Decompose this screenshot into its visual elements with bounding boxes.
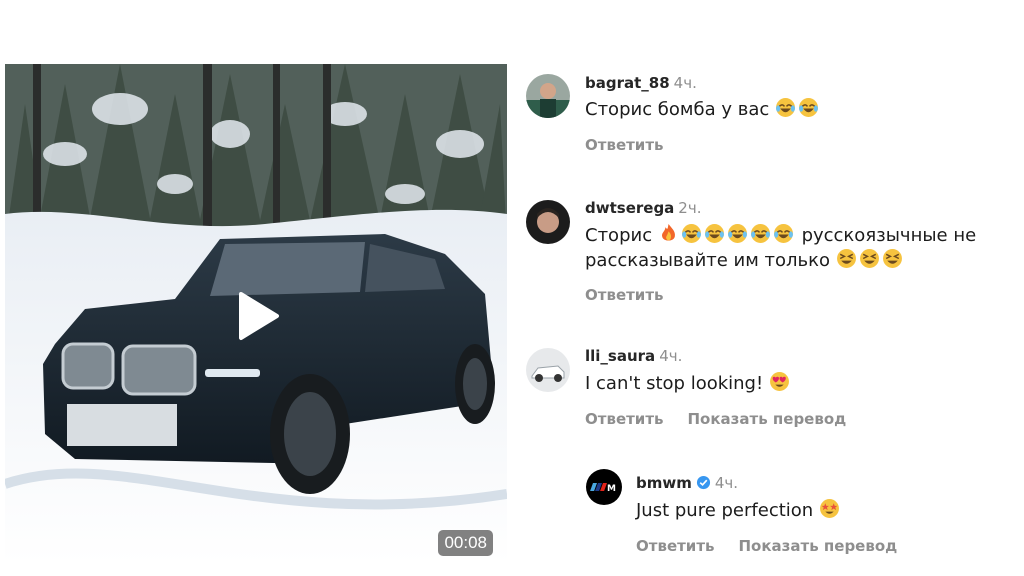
laughing-crying-emoji-icon [704,224,724,243]
fire-emoji-icon [661,224,675,241]
svg-text:M: M [607,484,616,494]
comment-time: 2ч. [678,199,702,217]
laughing-crying-emoji-icon [773,224,793,243]
comment-text-line-1: Сторис русскоязычные не [585,222,976,249]
username[interactable]: bagrat_88 [585,74,670,92]
laughing-crying-emoji-icon [799,98,818,117]
grinning-squint-emoji-icon [859,249,879,268]
avatar[interactable] [526,348,570,392]
laughing-crying-emoji-icon [750,224,770,243]
comment-text-content: русскоязычные не [801,225,977,246]
reply-button[interactable]: Ответить [585,286,664,304]
comment-time: 4ч. [714,474,739,492]
username[interactable]: bmwm [636,474,692,492]
laughing-crying-emoji-icon [776,98,795,117]
grinning-squint-emoji-icon [882,249,902,268]
avatar[interactable]: M [586,469,622,505]
reply-button[interactable]: Ответить [585,136,664,154]
username[interactable]: lli_saura [585,347,655,365]
show-translation-button[interactable]: Показать перевод [739,537,898,555]
comment-time: 4ч. [659,347,683,365]
comment-text-content: Сторис [585,225,653,246]
comment-time: 4ч. [673,74,697,92]
comment-text: Just pure perfection [636,497,842,524]
show-translation-button[interactable]: Показать перевод [688,410,847,428]
comment-text-line-2: рассказывайте им только [585,247,905,274]
star-struck-emoji-icon [819,499,839,518]
grinning-squint-emoji-icon [836,249,856,268]
page: 00:08 bagrat_88 4ч. Сторис бомба у вас О… [0,0,1024,576]
comment-text: Сторис бомба у вас [585,96,821,123]
comments-list: bagrat_88 4ч. Сторис бомба у вас Ответить… [0,0,1024,576]
comment-text: I can't stop looking! [585,370,792,397]
comment-text-content: рассказывайте им только [585,250,831,271]
avatar[interactable] [526,200,570,244]
avatar[interactable] [526,74,570,118]
comment-text-content: Сторис бомба у вас [585,99,770,120]
username[interactable]: dwtserega [585,199,674,217]
comment-text-content: I can't stop looking! [585,373,764,394]
reply-button[interactable]: Ответить [636,537,715,555]
laughing-crying-emoji-icon [727,224,747,243]
comment-text-content: Just pure perfection [636,500,814,521]
laughing-crying-emoji-icon [681,224,701,243]
verified-badge-icon [696,475,710,490]
heart-eyes-emoji-icon [769,372,789,391]
reply-button[interactable]: Ответить [585,410,664,428]
